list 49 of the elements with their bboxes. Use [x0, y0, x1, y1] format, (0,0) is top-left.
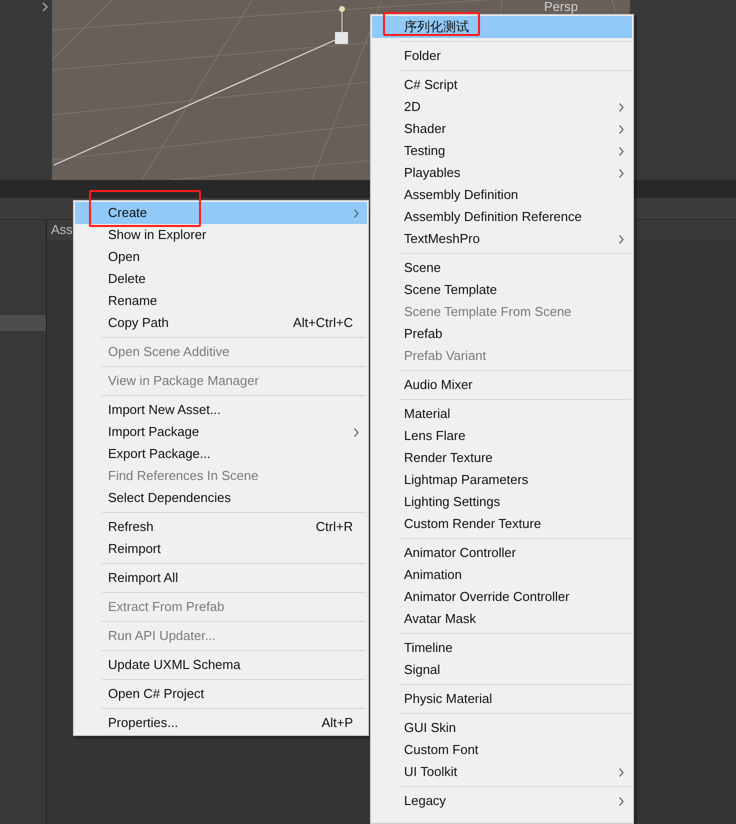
camera-label[interactable]: Persp [544, 0, 578, 16]
menu-item[interactable]: Properties... Alt+P [75, 712, 367, 734]
menu-item[interactable]: Material [372, 403, 632, 425]
menu-item[interactable]: Audio Mixer [372, 374, 632, 396]
menu-item[interactable]: Timeline [372, 637, 632, 659]
menu-item[interactable]: Testing [372, 140, 632, 162]
menu-item[interactable]: Assembly Definition Reference [372, 206, 632, 228]
menu-item[interactable]: Custom Render Texture [372, 513, 632, 535]
menu-item[interactable]: Render Texture [372, 447, 632, 469]
menu-item[interactable]: Copy Path Alt+Ctrl+C [75, 312, 367, 334]
menu-item[interactable]: Lighting Settings [372, 491, 632, 513]
menu-item[interactable]: Lightmap Parameters [372, 469, 632, 491]
menu-item[interactable]: Delete [75, 268, 367, 290]
menu-item[interactable]: GUI Skin [372, 717, 632, 739]
menu-item[interactable]: Update UXML Schema [75, 654, 367, 676]
menu-item[interactable]: Animator Override Controller [372, 586, 632, 608]
menu-item[interactable]: UI Toolkit [372, 761, 632, 783]
menu-item[interactable]: 2D [372, 96, 632, 118]
menu-item[interactable]: Signal [372, 659, 632, 681]
menu-item[interactable]: Create [75, 202, 367, 224]
menu-item[interactable]: Select Dependencies [75, 487, 367, 509]
menu-item[interactable]: Reimport All [75, 567, 367, 589]
menu-item[interactable]: Scene Template [372, 279, 632, 301]
menu-item[interactable]: Animation [372, 564, 632, 586]
menu-item[interactable]: Scene [372, 257, 632, 279]
menu-item[interactable]: TextMeshPro [372, 228, 632, 250]
menu-item[interactable]: Refresh Ctrl+R [75, 516, 367, 538]
menu-item[interactable]: Assembly Definition [372, 184, 632, 206]
menu-item[interactable]: Lens Flare [372, 425, 632, 447]
menu-item[interactable]: Rename [75, 290, 367, 312]
menu-item[interactable]: Export Package... [75, 443, 367, 465]
menu-item[interactable]: Open C# Project [75, 683, 367, 705]
menu-item[interactable]: Avatar Mask [372, 608, 632, 630]
chevron-icon[interactable] [42, 2, 49, 12]
menu-item[interactable]: Import Package [75, 421, 367, 443]
menu-item[interactable]: Import New Asset... [75, 399, 367, 421]
menu-item[interactable]: Shader [372, 118, 632, 140]
menu-item[interactable]: Prefab [372, 323, 632, 345]
menu-item[interactable]: 序列化测试 [372, 16, 632, 38]
menu-item[interactable]: Physic Material [372, 688, 632, 710]
menu-item[interactable]: Show in Explorer [75, 224, 367, 246]
menu-item[interactable]: Open [75, 246, 367, 268]
menu-item[interactable]: Folder [372, 45, 632, 67]
menu-item[interactable]: Custom Font [372, 739, 632, 761]
menu-item[interactable]: Reimport [75, 538, 367, 560]
menu-item[interactable]: C# Script [372, 74, 632, 96]
menu-item[interactable]: Playables [372, 162, 632, 184]
menu-item[interactable]: Animator Controller [372, 542, 632, 564]
menu-item[interactable]: Legacy [372, 790, 632, 812]
